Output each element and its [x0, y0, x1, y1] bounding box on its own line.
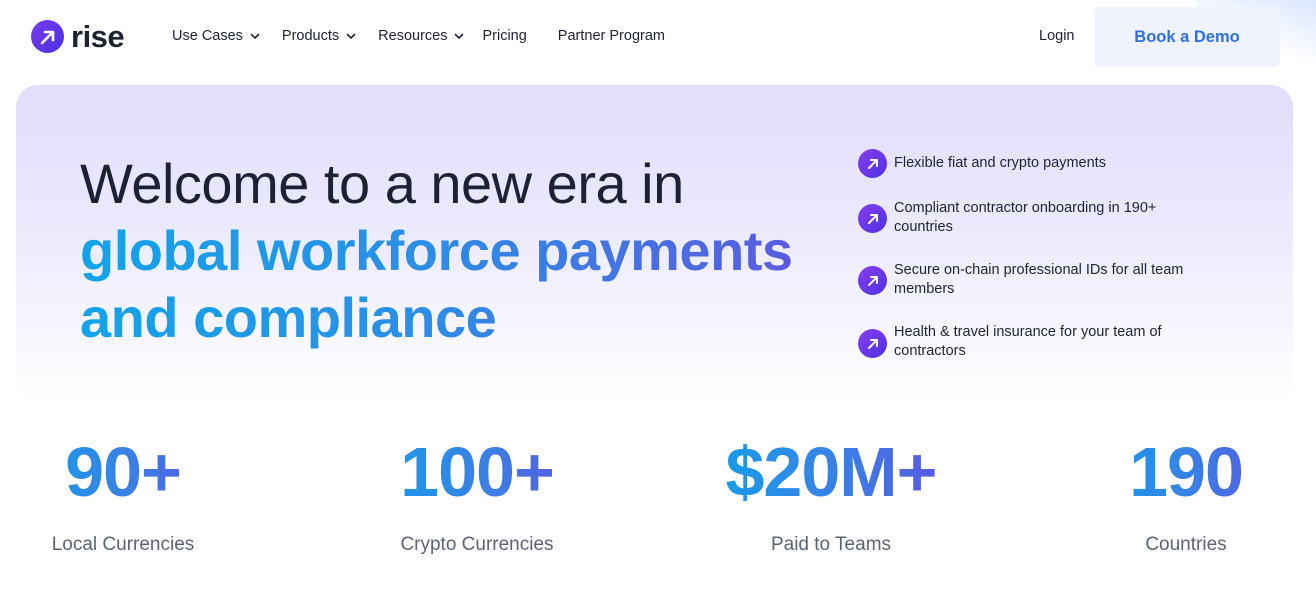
- rise-logo[interactable]: rise: [31, 19, 125, 54]
- nav-use-cases[interactable]: Use Cases: [172, 28, 261, 44]
- nav-pricing-label: Pricing: [482, 28, 527, 44]
- book-demo-button[interactable]: Book a Demo: [1094, 7, 1280, 67]
- feature-text: Health & travel insurance for your team …: [894, 324, 1162, 359]
- headline-line-1: Welcome to a new era in: [80, 152, 684, 215]
- nav-use-cases-label: Use Cases: [172, 28, 243, 44]
- feature-text: Secure on-chain professional IDs for all…: [894, 262, 1184, 297]
- arrow-up-right-icon: [858, 266, 887, 295]
- headline-line-2: global workforce payments: [80, 217, 840, 284]
- feature-text: Flexible fiat and crypto payments: [894, 155, 1106, 171]
- stat-paid-to-teams: $20M+ Paid to Teams: [711, 436, 951, 556]
- hero-headline: Welcome to a new era in global workforce…: [80, 150, 840, 351]
- feature-item: Health & travel insurance for your team …: [858, 324, 1194, 361]
- headline-line-3: and compliance: [80, 284, 840, 351]
- arrow-up-right-icon: [858, 329, 887, 358]
- arrow-up-right-icon: [858, 149, 887, 178]
- main-nav: Use Cases Products Resources Pricing Par…: [172, 28, 665, 44]
- stat-label: Local Currencies: [51, 534, 195, 555]
- feature-text: Compliant contractor onboarding in 190+ …: [894, 200, 1157, 235]
- chevron-down-icon: [249, 30, 261, 42]
- chevron-down-icon: [345, 30, 357, 42]
- stat-label: Crypto Currencies: [400, 534, 554, 555]
- stat-local-currencies: 90+ Local Currencies: [23, 436, 223, 556]
- feature-item: Compliant contractor onboarding in 190+ …: [858, 200, 1194, 237]
- nav-pricing[interactable]: Pricing: [482, 28, 526, 44]
- brand-name: rise: [71, 19, 125, 54]
- nav-partner-program-label: Partner Program: [557, 28, 665, 44]
- site-header: rise Use Cases Products Resources Pricin…: [0, 0, 1316, 80]
- nav-resources[interactable]: Resources: [378, 28, 465, 44]
- feature-item: Flexible fiat and crypto payments: [858, 149, 1194, 178]
- nav-products[interactable]: Products: [282, 28, 357, 44]
- stat-value: 190: [1096, 436, 1276, 508]
- nav-products-label: Products: [281, 28, 340, 44]
- chevron-down-icon: [453, 30, 465, 42]
- stat-countries: 190 Countries: [1096, 436, 1276, 556]
- stat-value: 90+: [23, 436, 223, 508]
- stat-value: $20M+: [711, 436, 951, 508]
- stat-label: Countries: [1145, 534, 1227, 555]
- nav-partner-program[interactable]: Partner Program: [558, 28, 665, 44]
- stat-value: 100+: [367, 436, 587, 508]
- nav-resources-label: Resources: [378, 28, 448, 44]
- arrow-up-right-icon: [858, 204, 887, 233]
- logo-arrow-icon: [31, 20, 64, 53]
- stat-label: Paid to Teams: [770, 534, 892, 555]
- feature-item: Secure on-chain professional IDs for all…: [858, 262, 1194, 299]
- login-link[interactable]: Login: [1039, 28, 1074, 44]
- stat-crypto-currencies: 100+ Crypto Currencies: [367, 436, 587, 556]
